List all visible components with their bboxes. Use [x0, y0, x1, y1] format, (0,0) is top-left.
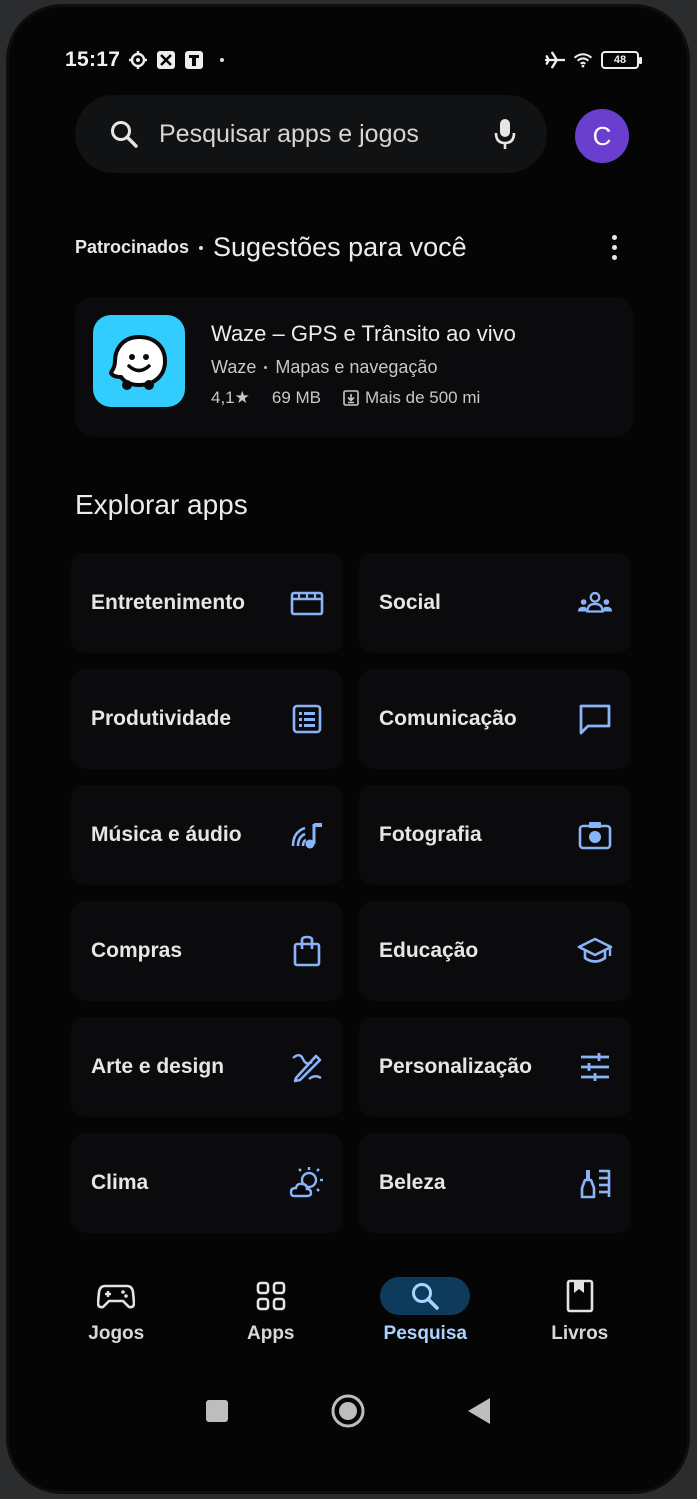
category-music-audio[interactable]: Música e áudio — [71, 785, 343, 885]
app-category: Mapas e navegação — [275, 357, 438, 377]
shopping-bag-icon — [289, 933, 325, 969]
recents-button[interactable] — [204, 1398, 230, 1424]
people-icon — [577, 585, 613, 621]
search-input[interactable]: Pesquisar apps e jogos — [159, 120, 419, 149]
weather-icon — [289, 1165, 325, 1201]
brush-icon — [289, 1049, 325, 1085]
waze-app-icon — [93, 315, 185, 407]
app-notification-icon — [156, 50, 176, 70]
app-developer: Waze — [211, 357, 257, 377]
app-size: 69 MB — [271, 388, 322, 407]
camera-icon — [577, 817, 613, 853]
sliders-icon — [577, 1049, 613, 1085]
graduation-cap-icon — [577, 933, 613, 969]
category-weather[interactable]: Clima — [71, 1133, 343, 1233]
more-options-icon[interactable] — [602, 231, 627, 264]
app-name: Waze – GPS e Trânsito ao vivo — [211, 321, 516, 346]
beauty-icon — [577, 1165, 613, 1201]
system-navigation — [9, 1387, 687, 1435]
sponsored-label: Patrocinados — [75, 237, 190, 257]
suggestions-title: Sugestões para você — [213, 232, 467, 262]
wifi-icon — [573, 50, 593, 70]
search-icon — [410, 1281, 440, 1311]
bottom-navigation: Jogos Apps Pesquisa Livros — [9, 1277, 687, 1367]
nav-apps[interactable]: Apps — [211, 1277, 331, 1367]
mic-icon[interactable] — [493, 117, 517, 151]
category-beauty[interactable]: Beleza — [359, 1133, 631, 1233]
search-bar[interactable]: Pesquisar apps e jogos — [75, 95, 547, 173]
category-art-design[interactable]: Arte e design — [71, 1017, 343, 1117]
explore-title: Explorar apps — [75, 489, 248, 520]
nav-search[interactable]: Pesquisa — [365, 1277, 485, 1367]
search-icon — [109, 119, 139, 149]
category-productivity[interactable]: Produtividade — [71, 669, 343, 769]
clapperboard-icon — [289, 585, 325, 621]
phone-screen: 15:17 48 Pesquisar apps e jogos C Patroc… — [6, 4, 690, 1494]
airplane-mode-icon — [545, 50, 565, 70]
gamepad-icon — [97, 1282, 136, 1310]
device-bezel: 15:17 48 Pesquisar apps e jogos C Patroc… — [0, 0, 697, 1499]
download-icon — [343, 390, 359, 406]
app-suggestion-card[interactable]: Waze – GPS e Trânsito ao vivo Waze Mapas… — [75, 297, 633, 437]
app-downloads: Mais de 500 mi — [365, 388, 481, 407]
app-rating: 4,1★ — [211, 388, 250, 407]
category-communication[interactable]: Comunicação — [359, 669, 631, 769]
category-shopping[interactable]: Compras — [71, 901, 343, 1001]
music-note-icon — [289, 817, 325, 853]
status-bar: 15:17 48 — [65, 43, 642, 77]
category-education[interactable]: Educação — [359, 901, 631, 1001]
battery-icon: 48 — [601, 51, 642, 69]
list-icon — [289, 701, 325, 737]
settings-icon — [128, 50, 148, 70]
notification-dot — [220, 58, 225, 62]
category-grid: Entretenimento Social Produtividade Comu… — [71, 553, 631, 1233]
nav-games[interactable]: Jogos — [56, 1277, 176, 1367]
apps-grid-icon — [256, 1281, 286, 1311]
status-time: 15:17 — [65, 48, 121, 71]
account-avatar[interactable]: C — [575, 109, 629, 163]
suggestions-header: Patrocinados Sugestões para você — [75, 231, 627, 264]
app-notification-icon — [184, 50, 204, 70]
category-personalization[interactable]: Personalização — [359, 1017, 631, 1117]
bookmark-book-icon — [566, 1279, 594, 1313]
category-photography[interactable]: Fotografia — [359, 785, 631, 885]
back-button[interactable] — [466, 1396, 492, 1426]
category-entertainment[interactable]: Entretenimento — [71, 553, 343, 653]
home-button[interactable] — [330, 1393, 366, 1429]
category-social[interactable]: Social — [359, 553, 631, 653]
chat-icon — [577, 701, 613, 737]
nav-books[interactable]: Livros — [520, 1277, 640, 1367]
